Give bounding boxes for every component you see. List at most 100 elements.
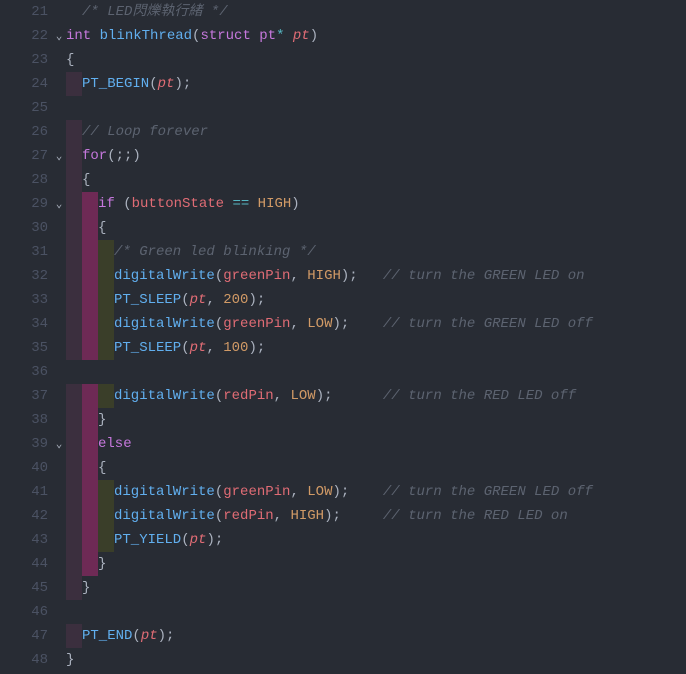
code-token: );: [324, 504, 383, 528]
code-token: ): [291, 192, 299, 216]
code-token: pt: [293, 24, 310, 48]
code-token: }: [66, 648, 74, 672]
code-editor[interactable]: 2122232425262728293031323334353637383940…: [0, 0, 686, 674]
code-line[interactable]: }: [66, 408, 686, 432]
code-token: {: [82, 168, 90, 192]
code-token: pt: [259, 24, 276, 48]
code-token: PT_BEGIN: [82, 72, 149, 96]
code-line[interactable]: {: [66, 216, 686, 240]
code-line[interactable]: digitalWrite(redPin, LOW); // turn the R…: [66, 384, 686, 408]
indent-guide: [66, 240, 82, 264]
indent-guide: [82, 456, 98, 480]
indent-guide: [66, 312, 82, 336]
code-token: (: [181, 336, 189, 360]
fold-slot: [52, 96, 66, 120]
indent-guide: [66, 264, 82, 288]
indent-guide: [98, 240, 114, 264]
code-token: // turn the RED LED on: [383, 504, 568, 528]
code-line[interactable]: digitalWrite(redPin, HIGH); // turn the …: [66, 504, 686, 528]
indent-guide: [98, 336, 114, 360]
code-line[interactable]: else: [66, 432, 686, 456]
code-line[interactable]: /* LED閃爍執行緒 */: [66, 0, 686, 24]
code-area[interactable]: /* LED閃爍執行緒 */int blinkThread(struct pt*…: [66, 0, 686, 674]
code-line[interactable]: digitalWrite(greenPin, LOW); // turn the…: [66, 480, 686, 504]
code-token: PT_YIELD: [114, 528, 181, 552]
indent-guide: [82, 480, 98, 504]
code-line[interactable]: [66, 600, 686, 624]
indent-guide: [66, 456, 82, 480]
code-token: (: [192, 24, 200, 48]
indent-guide: [66, 408, 82, 432]
line-number: 29: [0, 192, 48, 216]
code-token: (: [215, 312, 223, 336]
line-number: 24: [0, 72, 48, 96]
code-line[interactable]: PT_SLEEP(pt, 100);: [66, 336, 686, 360]
code-token: (: [123, 192, 131, 216]
code-token: // turn the GREEN LED off: [383, 480, 593, 504]
indent-guide: [66, 552, 82, 576]
code-line[interactable]: }: [66, 576, 686, 600]
fold-slot: ⌄: [52, 192, 66, 216]
fold-toggle-icon[interactable]: ⌄: [52, 25, 66, 49]
line-number: 33: [0, 288, 48, 312]
code-line[interactable]: for(;;): [66, 144, 686, 168]
fold-slot: [52, 576, 66, 600]
fold-slot: [52, 312, 66, 336]
line-number: 48: [0, 648, 48, 672]
code-line[interactable]: if (buttonState == HIGH): [66, 192, 686, 216]
indent-guide: [98, 384, 114, 408]
indent-guide: [98, 504, 114, 528]
indent-guide: [66, 120, 82, 144]
indent-guide: [98, 288, 114, 312]
fold-slot: [52, 264, 66, 288]
fold-toggle-icon[interactable]: ⌄: [52, 193, 66, 217]
code-line[interactable]: {: [66, 168, 686, 192]
fold-toggle-icon[interactable]: ⌄: [52, 145, 66, 169]
line-number: 46: [0, 600, 48, 624]
indent-guide: [66, 432, 82, 456]
code-token: pt: [141, 624, 158, 648]
code-token: else: [98, 432, 132, 456]
code-token: greenPin: [223, 312, 290, 336]
code-line[interactable]: PT_YIELD(pt);: [66, 528, 686, 552]
fold-slot: [52, 72, 66, 96]
code-token: (: [132, 624, 140, 648]
code-token: /* LED閃爍執行緒 */: [82, 0, 228, 24]
fold-slot: ⌄: [52, 432, 66, 456]
indent-guide: [82, 432, 98, 456]
indent-guide: [82, 384, 98, 408]
fold-slot: [52, 216, 66, 240]
line-number: 40: [0, 456, 48, 480]
code-line[interactable]: }: [66, 552, 686, 576]
code-token: {: [66, 48, 74, 72]
indent-guide: [82, 552, 98, 576]
fold-slot: ⌄: [52, 24, 66, 48]
code-token: 100: [223, 336, 248, 360]
indent-guide: [82, 216, 98, 240]
code-line[interactable]: int blinkThread(struct pt* pt): [66, 24, 686, 48]
line-number: 22: [0, 24, 48, 48]
fold-toggle-icon[interactable]: ⌄: [52, 433, 66, 457]
code-line[interactable]: digitalWrite(greenPin, HIGH); // turn th…: [66, 264, 686, 288]
code-line[interactable]: [66, 96, 686, 120]
code-line[interactable]: PT_END(pt);: [66, 624, 686, 648]
line-number: 38: [0, 408, 48, 432]
code-line[interactable]: PT_BEGIN(pt);: [66, 72, 686, 96]
code-token: (: [215, 504, 223, 528]
code-line[interactable]: /* Green led blinking */: [66, 240, 686, 264]
fold-column[interactable]: ⌄ ⌄ ⌄ ⌄: [52, 0, 66, 674]
code-token: PT_SLEEP: [114, 288, 181, 312]
code-line[interactable]: PT_SLEEP(pt, 200);: [66, 288, 686, 312]
code-line[interactable]: {: [66, 48, 686, 72]
code-token: buttonState: [132, 192, 233, 216]
code-line[interactable]: // Loop forever: [66, 120, 686, 144]
line-number: 35: [0, 336, 48, 360]
code-token: pt: [190, 528, 207, 552]
code-line[interactable]: }: [66, 648, 686, 672]
code-line[interactable]: {: [66, 456, 686, 480]
code-token: // turn the GREEN LED on: [383, 264, 585, 288]
code-token: }: [98, 408, 106, 432]
code-line[interactable]: digitalWrite(greenPin, LOW); // turn the…: [66, 312, 686, 336]
code-token: ,: [290, 312, 307, 336]
code-line[interactable]: [66, 360, 686, 384]
